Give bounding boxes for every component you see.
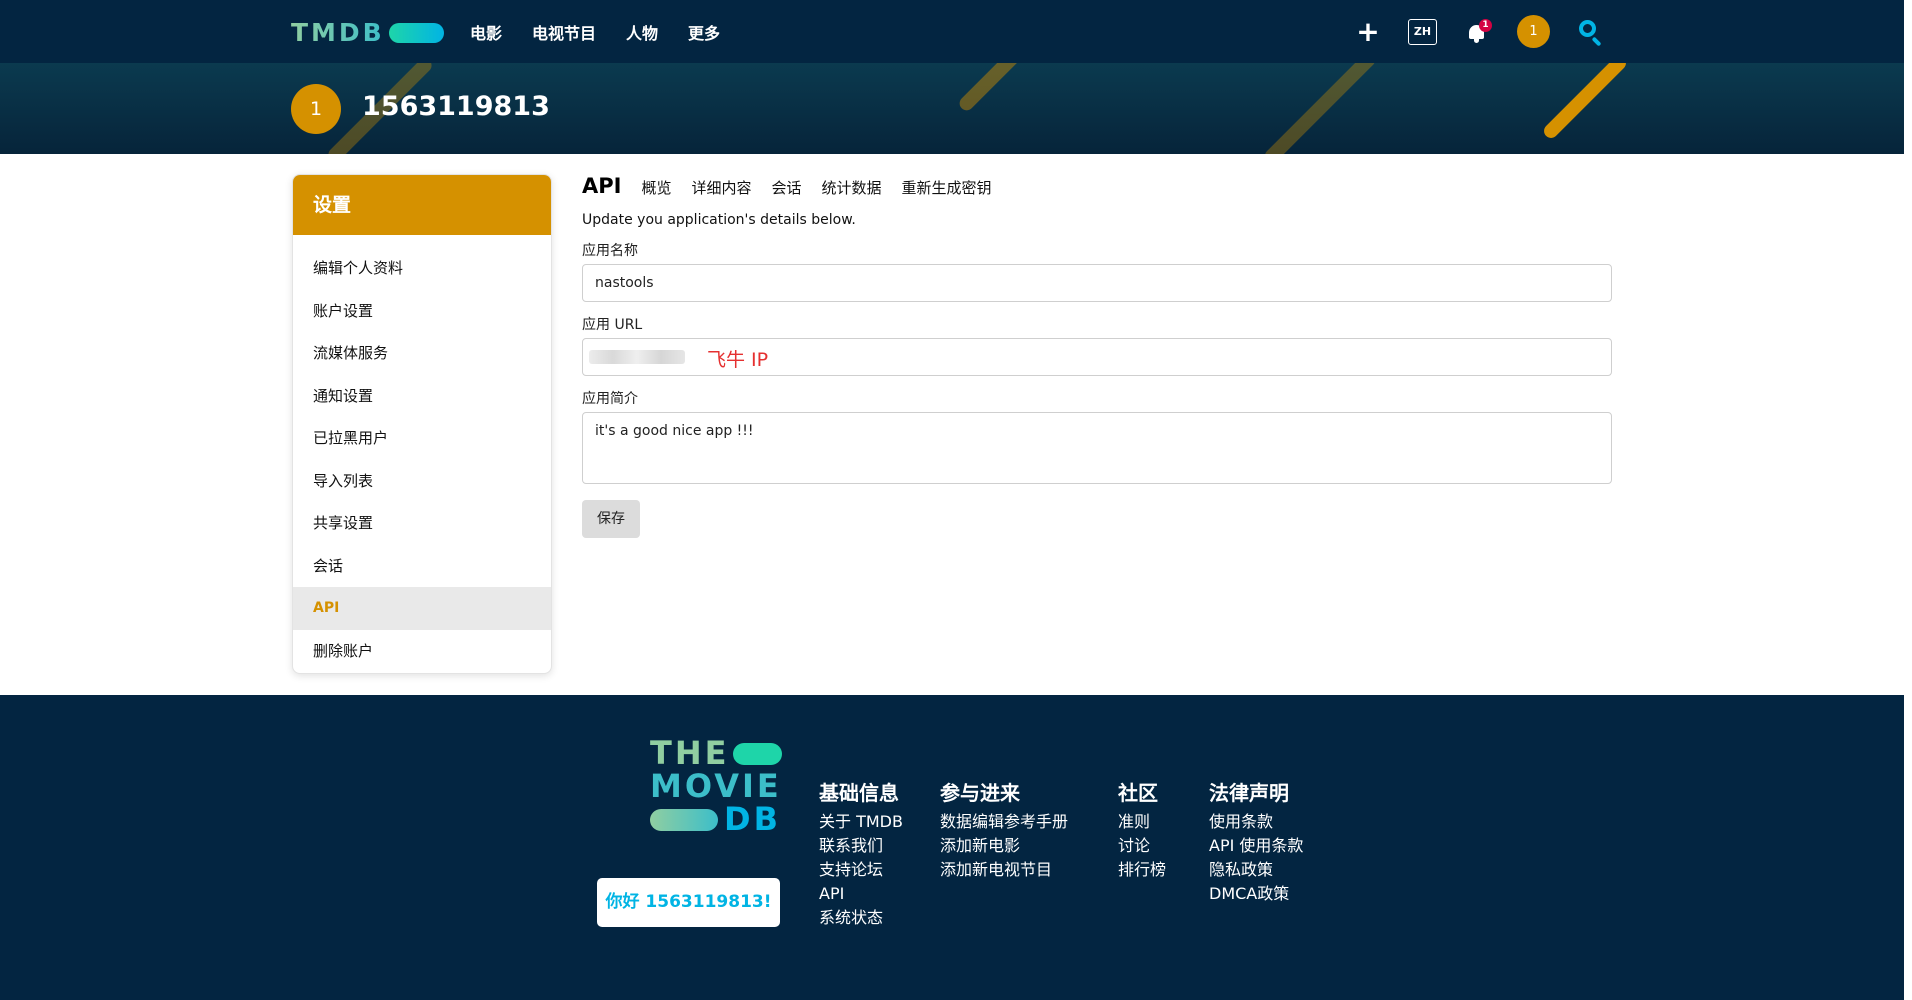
footer-col-title: 基础信息 — [819, 781, 899, 805]
footer-col-basics: 基础信息 关于 TMDB 联系我们 支持论坛 API 系统状态 — [819, 777, 903, 930]
language-selector[interactable]: ZH — [1408, 18, 1437, 45]
url-annotation: 飞牛 IP — [707, 349, 769, 371]
sidebar-item-api[interactable]: API — [293, 587, 551, 630]
footer-logo-text: MOVIE — [650, 767, 782, 805]
notification-badge: 1 — [1479, 18, 1492, 32]
tab-regenerate-key[interactable]: 重新生成密钥 — [902, 177, 992, 198]
footer-link-contact[interactable]: 联系我们 — [819, 834, 903, 858]
footer-link-api[interactable]: API — [819, 882, 903, 906]
sidebar-item-delete-account[interactable]: 删除账户 — [293, 630, 551, 673]
nav-people[interactable]: 人物 — [626, 20, 658, 44]
sidebar-item-streaming-services[interactable]: 流媒体服务 — [293, 332, 551, 375]
sidebar-item-sharing[interactable]: 共享设置 — [293, 502, 551, 545]
app-summary-label: 应用简介 — [582, 391, 638, 407]
footer-link-leaderboard[interactable]: 排行榜 — [1118, 858, 1166, 882]
footer-col-title: 法律声明 — [1209, 781, 1289, 805]
banner-stripe — [1262, 63, 1378, 154]
footer-logo-text: DB — [724, 800, 781, 838]
footer-link-bible[interactable]: 数据编辑参考手册 — [940, 810, 1068, 834]
sidebar-item-edit-profile[interactable]: 编辑个人资料 — [293, 247, 551, 290]
sidebar-item-sessions[interactable]: 会话 — [293, 545, 551, 588]
footer-link-api-terms[interactable]: API 使用条款 — [1209, 834, 1303, 858]
footer-link-terms[interactable]: 使用条款 — [1209, 810, 1303, 834]
footer-link-status[interactable]: 系统状态 — [819, 906, 903, 930]
footer-link-add-movie[interactable]: 添加新电影 — [940, 834, 1068, 858]
top-navbar: TMDB 电影 电视节目 人物 更多 + ZH 1 1 — [0, 0, 1904, 63]
footer-logo-row-2: MOVIE — [650, 770, 782, 803]
redacted-url — [589, 350, 685, 364]
nav-movies[interactable]: 电影 — [470, 20, 502, 44]
sidebar-item-import-list[interactable]: 导入列表 — [293, 460, 551, 503]
footer-link-forums[interactable]: 支持论坛 — [819, 858, 903, 882]
bell-icon[interactable]: 1 — [1465, 18, 1492, 46]
footer-logo-text: THE — [650, 734, 730, 772]
tab-overview[interactable]: 概览 — [641, 177, 671, 198]
form-description: Update you application's details below. — [582, 212, 856, 228]
tab-stats[interactable]: 统计数据 — [822, 177, 882, 198]
bell-clapper — [1474, 38, 1479, 43]
search-icon-handle — [1591, 36, 1602, 46]
footer-logo-row-3: DB — [650, 803, 782, 836]
main-nav: 电影 电视节目 人物 更多 — [470, 20, 720, 44]
sidebar-title: 设置 — [293, 175, 551, 235]
sidebar-item-notifications[interactable]: 通知设置 — [293, 375, 551, 418]
app-name-label: 应用名称 — [582, 243, 638, 259]
footer-link-about[interactable]: 关于 TMDB — [819, 810, 903, 834]
hello-user-button[interactable]: 你好 1563119813! — [597, 878, 780, 927]
footer-logo[interactable]: THE MOVIE DB — [650, 737, 782, 836]
profile-avatar[interactable]: 1 — [291, 84, 341, 134]
footer-link-guidelines[interactable]: 准则 — [1118, 810, 1166, 834]
api-settings-panel: API 概览 详细内容 会话 统计数据 重新生成密钥 Update you ap… — [582, 174, 1612, 538]
sidebar-item-account-settings[interactable]: 账户设置 — [293, 290, 551, 333]
footer-logo-pill — [733, 742, 782, 765]
sidebar-item-blocked-users[interactable]: 已拉黑用户 — [293, 417, 551, 460]
tab-sessions[interactable]: 会话 — [772, 177, 802, 198]
search-icon-ring — [1579, 19, 1596, 37]
api-tabs: API 概览 详细内容 会话 统计数据 重新生成密钥 — [582, 174, 1612, 198]
footer-col-title: 参与进来 — [940, 781, 1020, 805]
logo-pill-shape — [388, 22, 444, 43]
profile-banner: 1 1563119813 — [0, 63, 1904, 154]
settings-sidebar: 设置 编辑个人资料 账户设置 流媒体服务 通知设置 已拉黑用户 导入列表 共享设… — [292, 174, 552, 674]
footer-link-dmca[interactable]: DMCA政策 — [1209, 882, 1303, 906]
nav-tv-shows[interactable]: 电视节目 — [532, 20, 596, 44]
nav-more[interactable]: 更多 — [688, 20, 720, 44]
user-avatar[interactable]: 1 — [1517, 15, 1550, 48]
footer-col-title: 社区 — [1118, 781, 1158, 805]
footer-link-privacy[interactable]: 隐私政策 — [1209, 858, 1303, 882]
nav-actions: + ZH 1 1 — [1356, 15, 1604, 48]
banner-stripe — [1541, 63, 1629, 141]
footer-col-legal: 法律声明 使用条款 API 使用条款 隐私政策 DMCA政策 — [1209, 777, 1303, 906]
search-icon[interactable] — [1578, 19, 1604, 46]
app-name-input[interactable]: nastools — [582, 264, 1612, 302]
footer-logo-pill — [650, 808, 718, 831]
profile-username[interactable]: 1563119813 — [362, 91, 550, 122]
app-summary-textarea[interactable]: it's a good nice app !!! — [582, 412, 1612, 484]
site-footer: THE MOVIE DB 你好 1563119813! 基础信息 关于 TMDB… — [0, 695, 1904, 1000]
plus-icon[interactable]: + — [1356, 15, 1380, 48]
tmdb-logo[interactable]: TMDB — [291, 18, 444, 47]
logo-text: TMDB — [291, 18, 385, 47]
footer-col-community: 社区 准则 讨论 排行榜 — [1118, 777, 1166, 882]
app-url-label: 应用 URL — [582, 317, 643, 333]
footer-logo-row-1: THE — [650, 737, 782, 770]
sidebar-menu: 编辑个人资料 账户设置 流媒体服务 通知设置 已拉黑用户 导入列表 共享设置 会… — [293, 235, 551, 672]
footer-col-get-involved: 参与进来 数据编辑参考手册 添加新电影 添加新电视节目 — [940, 777, 1068, 882]
app-url-input[interactable]: 飞牛 IP — [582, 338, 1612, 376]
save-button[interactable]: 保存 — [582, 500, 640, 538]
tab-api[interactable]: API — [582, 174, 621, 198]
footer-link-discussions[interactable]: 讨论 — [1118, 834, 1166, 858]
tab-details[interactable]: 详细内容 — [691, 177, 751, 198]
footer-link-add-tv[interactable]: 添加新电视节目 — [940, 858, 1068, 882]
banner-stripe — [956, 63, 1024, 114]
